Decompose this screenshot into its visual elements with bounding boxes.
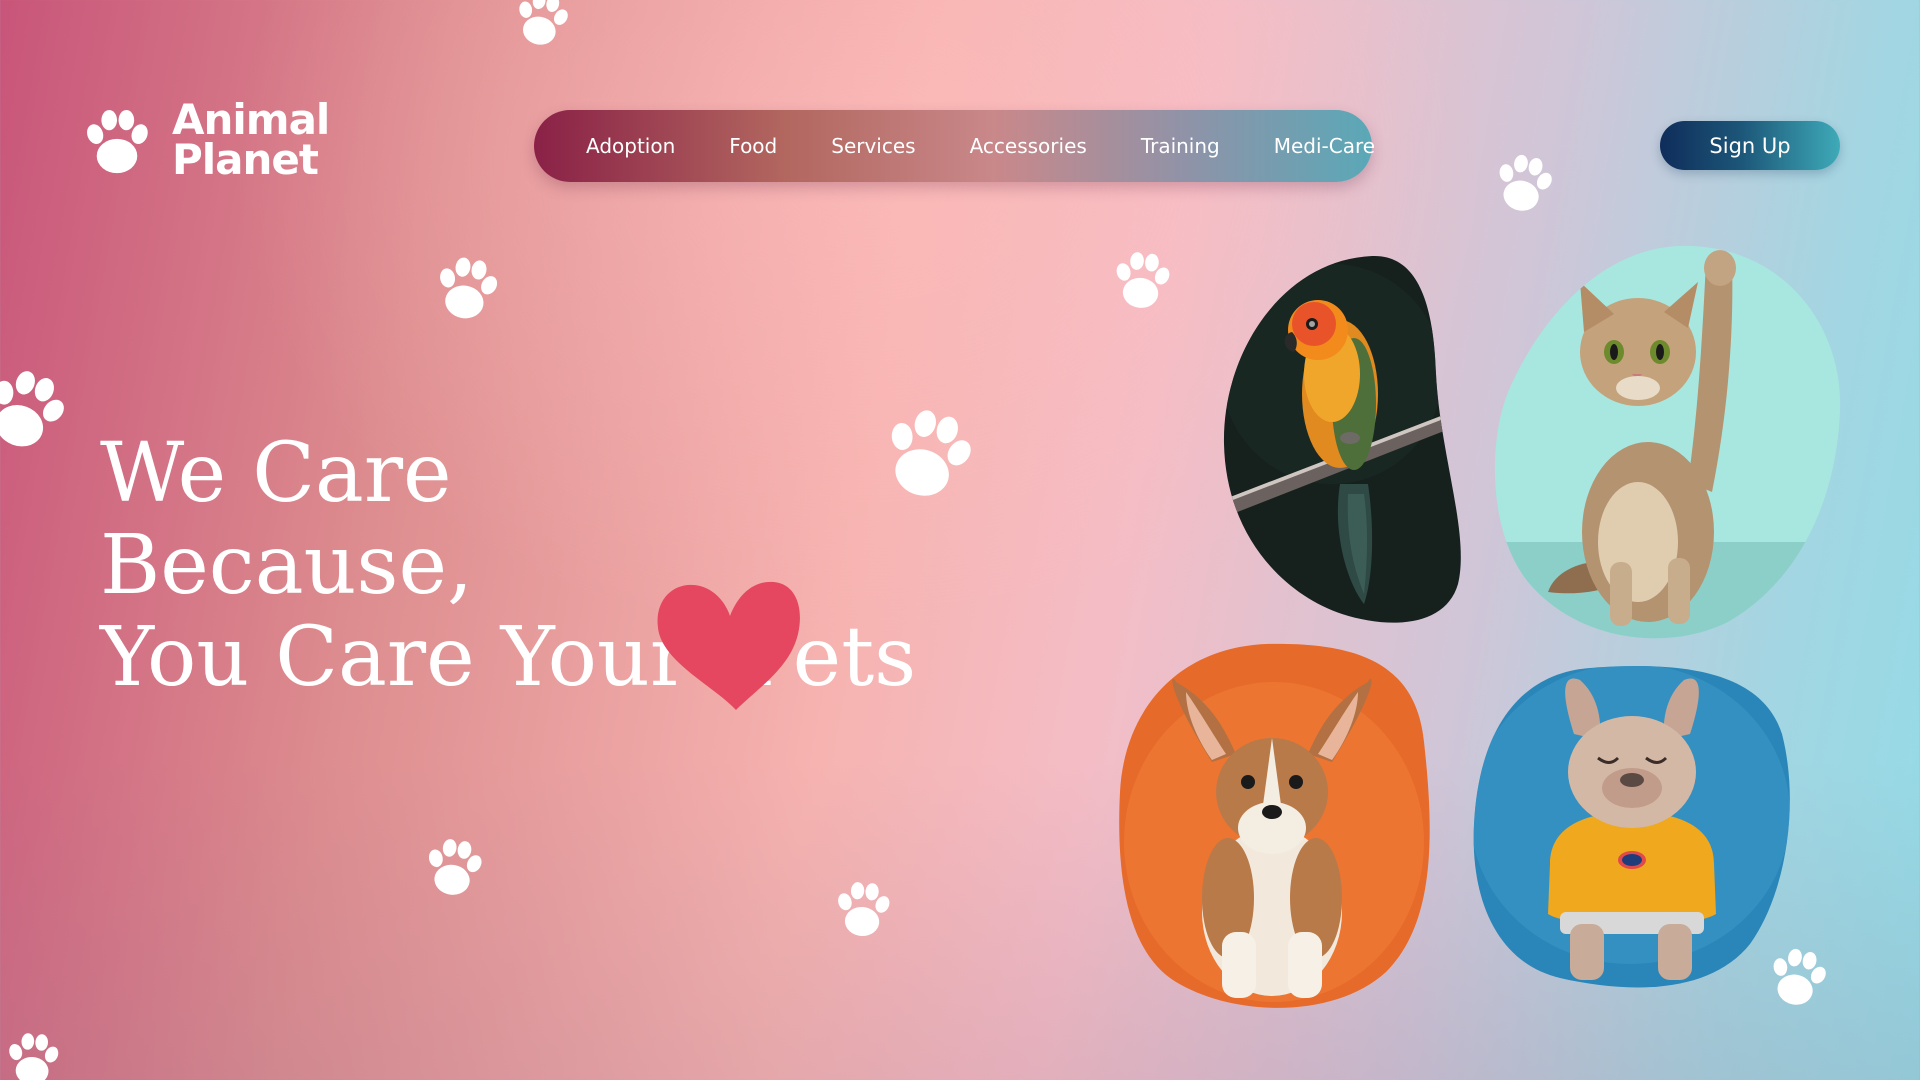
brand-name-line2: Planet <box>172 135 319 184</box>
paw-icon <box>84 109 151 174</box>
pet-photo-parrot[interactable] <box>1222 254 1464 626</box>
heart-icon <box>654 576 802 712</box>
paw-decoration-icon <box>1484 142 1565 223</box>
paw-decoration-icon <box>503 0 582 54</box>
paw-decoration-icon <box>416 828 493 905</box>
paw-decoration-icon <box>0 1026 68 1080</box>
pet-photo-puppy[interactable] <box>1116 642 1432 1012</box>
paw-decoration-icon <box>828 874 898 942</box>
paw-decoration-icon <box>1105 243 1180 316</box>
brand-logo[interactable]: Animal Planet <box>78 95 330 184</box>
sign-up-button[interactable]: Sign Up <box>1660 121 1840 170</box>
brand-name-line1: Animal <box>172 95 330 144</box>
nav-item-training[interactable]: Training <box>1141 134 1220 158</box>
nav-item-medi-care[interactable]: Medi-Care <box>1274 134 1375 158</box>
nav-item-accessories[interactable]: Accessories <box>970 134 1087 158</box>
pet-photo-cat[interactable] <box>1488 242 1842 640</box>
paw-decoration-icon <box>424 244 510 330</box>
main-navigation: Adoption Food Services Accessories Train… <box>534 110 1375 182</box>
paw-decoration-icon <box>0 340 88 477</box>
nav-item-services[interactable]: Services <box>831 134 915 158</box>
hero-line-1: We Care <box>100 426 452 521</box>
pet-photo-bulldog[interactable] <box>1470 664 1792 988</box>
brand-name: Animal Planet <box>172 95 330 184</box>
nav-item-adoption[interactable]: Adoption <box>586 134 675 158</box>
nav-item-food[interactable]: Food <box>729 134 777 158</box>
